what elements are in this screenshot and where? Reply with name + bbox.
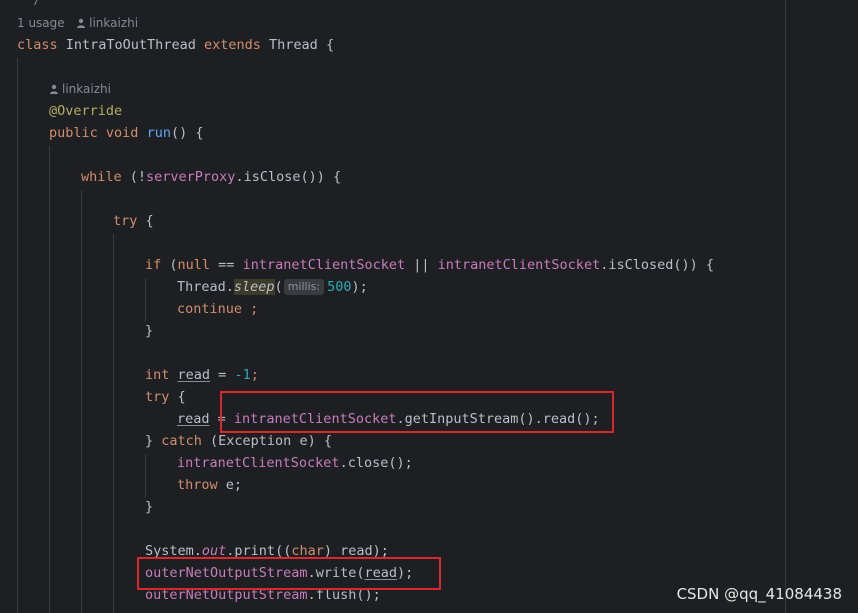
code-text: { xyxy=(169,389,186,405)
code-text: .isClosed()) { xyxy=(600,257,714,273)
highlight-box-read-call xyxy=(220,391,614,433)
code-editor[interactable]: */ 1 usage linkaizhi class IntraToOutThr… xyxy=(0,0,858,613)
variable-read: read xyxy=(177,411,210,427)
code-line-try: try { xyxy=(113,210,154,232)
code-text: (Exception e) { xyxy=(201,433,332,449)
code-text: == xyxy=(210,257,243,273)
variable-read: read xyxy=(177,367,211,383)
code-line-if: if (null == intranetClientSocket || intr… xyxy=(145,254,714,276)
indent-guide xyxy=(49,146,50,613)
keyword-throw: throw xyxy=(177,477,218,493)
code-line-class-declaration: class IntraToOutThread extends Thread { xyxy=(17,34,334,56)
indent-guide xyxy=(17,58,18,613)
author-name: linkaizhi xyxy=(89,16,139,30)
keyword-null: null xyxy=(177,257,211,273)
right-margin-guide xyxy=(785,0,786,613)
code-line-sleep: Thread.sleep(millis: 500); xyxy=(177,276,368,298)
code-line-catch-close: } xyxy=(145,496,153,518)
code-line-close-socket: intranetClientSocket.close(); xyxy=(177,452,413,474)
author-link[interactable]: linkaizhi xyxy=(49,82,111,96)
field-intranet-socket: intranetClientSocket xyxy=(177,455,340,471)
keyword-catch: catch xyxy=(161,433,202,449)
code-text: Thread. xyxy=(177,279,234,295)
watermark: CSDN @qq_41084438 xyxy=(676,585,842,603)
indent-guide xyxy=(145,278,146,322)
code-text: (! xyxy=(121,169,147,185)
author-link[interactable]: linkaizhi xyxy=(76,16,138,30)
code-text: || xyxy=(405,257,438,273)
keyword-if: if xyxy=(145,257,162,273)
keyword-try: try xyxy=(145,389,170,405)
code-line-override: @Override xyxy=(49,100,122,122)
code-line-if-close: } xyxy=(145,320,153,342)
field-intranet-socket: intranetClientSocket xyxy=(437,257,601,273)
number-literal: -1 xyxy=(234,367,251,383)
comment-close-line: */ xyxy=(17,0,41,11)
indent-guide xyxy=(81,190,82,613)
author-name: linkaizhi xyxy=(62,82,111,96)
code-text: { xyxy=(137,213,154,229)
code-text: e; xyxy=(217,477,243,493)
number-literal: 500 xyxy=(327,279,352,295)
parameter-hint-millis: millis: xyxy=(283,279,325,295)
code-line-run-signature: public void run() { xyxy=(49,122,203,144)
code-line-while: while (!serverProxy.isClose()) { xyxy=(81,166,341,188)
keyword-extends: extends xyxy=(203,37,261,53)
code-text: ; xyxy=(250,367,259,383)
class-name: IntraToOutThread xyxy=(65,37,196,53)
field-server-proxy: serverProxy xyxy=(146,169,236,185)
code-text: ( xyxy=(161,257,178,273)
code-line-inner-try: try { xyxy=(145,386,186,408)
person-icon xyxy=(77,18,86,28)
code-line-throw: throw e; xyxy=(177,474,242,496)
code-text: .isClose()) { xyxy=(235,169,342,185)
code-text: .close(); xyxy=(339,455,413,471)
keyword-class: class xyxy=(17,37,58,53)
brace: } xyxy=(145,499,154,515)
person-icon xyxy=(50,84,58,94)
keyword-while: while xyxy=(81,169,122,185)
code-text: = xyxy=(210,367,235,383)
code-line-catch: } catch (Exception e) { xyxy=(145,430,332,452)
code-text: ( xyxy=(274,279,283,295)
keyword-void: void xyxy=(105,125,139,141)
field-intranet-socket: intranetClientSocket xyxy=(242,257,406,273)
code-text: ); xyxy=(351,279,368,295)
brace: } xyxy=(145,323,154,339)
code-text: } xyxy=(145,433,162,449)
method-sleep: sleep xyxy=(233,279,275,295)
code-line-int-read: int read = -1; xyxy=(145,364,259,386)
class-meta-hint: 1 usage linkaizhi xyxy=(17,14,138,32)
annotation-override: @Override xyxy=(49,103,123,119)
method-name-run: run xyxy=(146,125,171,141)
usage-count-link[interactable]: 1 usage xyxy=(17,16,65,30)
keyword-continue: continue ; xyxy=(177,301,259,317)
comment-text: */ xyxy=(17,0,42,8)
keyword-public: public xyxy=(49,125,98,141)
super-class-name: Thread xyxy=(269,37,318,53)
indent-guide xyxy=(145,454,146,498)
keyword-try: try xyxy=(113,213,138,229)
keyword-int: int xyxy=(145,367,170,383)
highlight-box-write-call xyxy=(137,557,441,590)
code-text: () { xyxy=(170,125,204,141)
indent-guide xyxy=(113,234,114,613)
brace: { xyxy=(325,37,335,53)
code-line-continue: continue ; xyxy=(177,298,258,320)
method-meta-hint: linkaizhi xyxy=(49,80,111,98)
